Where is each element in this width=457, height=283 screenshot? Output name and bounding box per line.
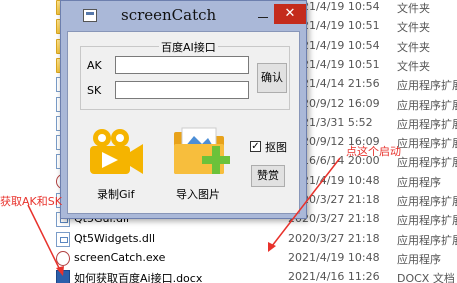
donate-button[interactable]: 赞赏 [251,165,285,187]
file-name: screenCatch.exe [74,250,166,264]
file-icon [56,231,70,247]
file-row[interactable]: screenCatch.exe 2021/4/19 10:48 应用程序 [54,249,457,268]
window-client-area: 百度AI接口 AK SK 确认 录制Gif 导入图片 ✓ 抠图 赞赏 [67,31,300,214]
file-type: 应用程序 [397,175,441,189]
file-date: 2020/3/27 21:18 [288,231,380,245]
file-type: 应用程序扩展 [397,137,457,151]
file-name: 如何获取百度Ai接口.docx [74,272,203,283]
ak-hint-annotation: 获取AK和SK [0,195,62,208]
image-folder-icon [174,127,230,174]
file-row[interactable]: Qt5Widgets.dll 2020/3/27 21:18 应用程序扩展 [54,230,457,249]
sk-label: SK [87,84,102,97]
file-type: DOCX 文档 [397,272,455,283]
group-title: 百度AI接口 [159,39,218,55]
file-row[interactable]: 如何获取百度Ai接口.docx 2021/4/16 11:26 DOCX 文档 [54,268,457,283]
docx-icon [56,270,70,283]
file-type: 文件夹 [397,59,430,73]
confirm-button[interactable]: 确认 [257,63,287,93]
close-button[interactable]: ✕ [274,4,306,24]
file-type: 应用程序扩展 [397,233,457,247]
app-icon [83,9,97,22]
ak-input[interactable] [115,56,249,74]
title-bar[interactable]: screenCatch ✕ [61,1,306,29]
file-date: 2021/4/19 10:48 [288,250,380,264]
file-date: 2021/4/16 11:26 [288,270,380,283]
baidu-ai-group: 百度AI接口 AK SK 确认 [80,39,290,110]
file-type: 文件夹 [397,21,430,35]
file-type: 应用程序扩展 [397,156,457,170]
file-name: Qt5Widgets.dll [74,231,156,245]
file-type: 应用程序扩展 [397,117,457,131]
file-type: 文件夹 [397,2,430,15]
import-image-label: 导入图片 [176,188,220,201]
capture-checkbox-label: 抠图 [265,141,287,154]
start-hint-annotation: 点这个启动 [346,145,401,158]
file-type: 应用程序扩展 [397,98,457,112]
capture-checkbox[interactable]: ✓ [250,141,261,152]
record-gif-label: 录制Gif [97,188,135,201]
exe-icon [56,250,70,266]
sk-input[interactable] [115,81,249,99]
minimize-button[interactable] [252,7,274,23]
import-image-button[interactable] [172,126,234,178]
screencatch-window: screenCatch ✕ 百度AI接口 AK SK 确认 录制Gif 导入图片… [60,0,307,219]
window-title: screenCatch [121,6,217,24]
video-camera-icon [90,129,143,174]
file-type: 应用程序 [397,252,441,266]
file-type: 应用程序扩展 [397,214,457,228]
file-type: 文件夹 [397,40,430,54]
record-gif-button[interactable] [88,128,144,176]
file-type: 应用程序扩展 [397,195,457,208]
ak-label: AK [87,59,102,72]
file-type: 应用程序扩展 [397,79,457,93]
